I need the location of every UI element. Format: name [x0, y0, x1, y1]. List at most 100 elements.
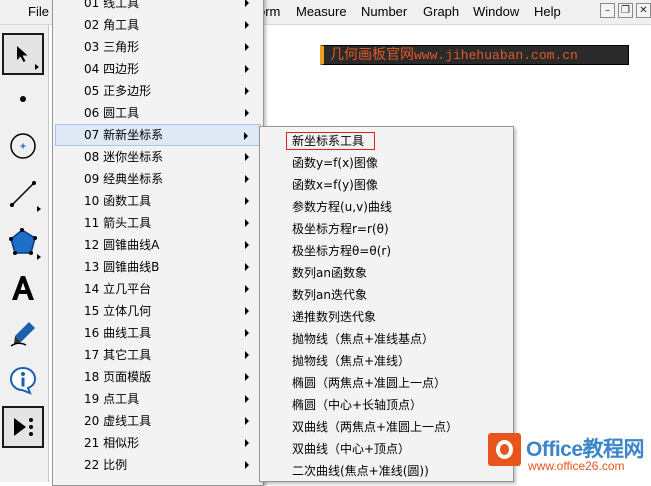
menu-item-5[interactable]: 05 正多边形	[55, 80, 261, 102]
menu-item-6[interactable]: 06 圆工具	[55, 102, 261, 124]
information-tool[interactable]	[2, 359, 44, 401]
submenu-item-13[interactable]: 椭圆（中心+长轴顶点）	[262, 394, 511, 416]
submenu-arrow-icon	[245, 153, 249, 161]
office-logo: Office教程网 www.office26.com	[488, 431, 648, 477]
submenu-item-7[interactable]: 数列an函数象	[262, 262, 511, 284]
menu-item-3[interactable]: 03 三角形	[55, 36, 261, 58]
submenu-item-16[interactable]: 二次曲线(焦点+准线(圆))	[262, 460, 511, 482]
menu-item-label: 01 线工具	[84, 0, 140, 10]
submenu-item-2[interactable]: 函数y=f(x)图像	[262, 152, 511, 174]
menu-item-15[interactable]: 15 立体几何	[55, 300, 261, 322]
menu-item-22[interactable]: 22 比例	[55, 454, 261, 476]
polygon-tool[interactable]	[2, 221, 44, 263]
submenu-item-5[interactable]: 极坐标方程r=r(θ)	[262, 218, 511, 240]
text-tool[interactable]	[2, 267, 44, 309]
menu-item-13[interactable]: 13 圆锥曲线B	[55, 256, 261, 278]
marker-tool[interactable]	[2, 313, 44, 355]
menu-item-label: 05 正多边形	[84, 84, 152, 98]
submenu-item-11[interactable]: 抛物线（焦点+准线）	[262, 350, 511, 372]
menu-item-2[interactable]: 02 角工具	[55, 14, 261, 36]
submenu-arrow-icon	[245, 43, 249, 51]
menu-item-12[interactable]: 12 圆锥曲线A	[55, 234, 261, 256]
menu-item-21[interactable]: 21 相似形	[55, 432, 261, 454]
submenu-item-label: 数列an迭代象	[292, 288, 367, 302]
point-tool[interactable]	[2, 78, 44, 120]
polygon-tool-icon	[9, 228, 37, 255]
submenu-arrow-icon	[244, 132, 248, 140]
information-tool-icon	[9, 366, 37, 395]
menu-item-18[interactable]: 18 页面模版	[55, 366, 261, 388]
submenu-item-label: 参数方程(u,v)曲线	[292, 200, 392, 214]
menu-item-1[interactable]: 01 线工具	[55, 0, 261, 14]
menu-item-17[interactable]: 17 其它工具	[55, 344, 261, 366]
submenu-arrow-icon	[245, 65, 249, 73]
menu-item-label: 03 三角形	[84, 40, 140, 54]
minimize-button[interactable]: –	[600, 3, 615, 18]
menu-number[interactable]: Number	[361, 4, 407, 19]
submenu-arrow-icon	[245, 285, 249, 293]
watermark-cn: 几何画板官网	[330, 47, 414, 63]
submenu-item-15[interactable]: 双曲线（中心+顶点）	[262, 438, 511, 460]
menu-help[interactable]: Help	[534, 4, 561, 19]
menu-item-label: 22 比例	[84, 458, 128, 472]
submenu-item-14[interactable]: 双曲线（两焦点+准圆上一点）	[262, 416, 511, 438]
submenu-item-label: 极坐标方程θ=θ(r)	[292, 244, 392, 258]
menu-item-19[interactable]: 19 点工具	[55, 388, 261, 410]
menu-item-14[interactable]: 14 立几平台	[55, 278, 261, 300]
submenu-item-4[interactable]: 参数方程(u,v)曲线	[262, 196, 511, 218]
submenu-item-6[interactable]: 极坐标方程θ=θ(r)	[262, 240, 511, 262]
submenu-arrow-icon	[245, 21, 249, 29]
menu-item-label: 11 箭头工具	[84, 216, 152, 230]
submenu-item-10[interactable]: 抛物线（焦点+准线基点）	[262, 328, 511, 350]
selection-arrow-tool[interactable]	[2, 33, 44, 75]
menu-item-10[interactable]: 10 函数工具	[55, 190, 261, 212]
menu-item-9[interactable]: 09 经典坐标系	[55, 168, 261, 190]
submenu-item-label: 抛物线（焦点+准线基点）	[292, 332, 435, 346]
menu-file[interactable]: File	[28, 4, 49, 19]
menu-item-4[interactable]: 04 四边形	[55, 58, 261, 80]
menu-item-label: 15 立体几何	[84, 304, 152, 318]
menu-item-label: 18 页面模版	[84, 370, 152, 384]
menu-item-label: 10 函数工具	[84, 194, 152, 208]
straightedge-tool-icon	[10, 181, 36, 207]
tool-menu-triangle-icon	[37, 254, 41, 260]
submenu-arrow-icon	[245, 0, 249, 7]
menu-measure[interactable]: Measure	[296, 4, 347, 19]
coordinate-submenu: 新坐标系工具 函数y=f(x)图像 函数x=f(y)图像 参数方程(u,v)曲线 极坐标…	[259, 126, 514, 482]
submenu-item-1[interactable]: 新坐标系工具	[262, 130, 511, 152]
selection-arrow-tool-icon	[17, 46, 28, 62]
custom-tools[interactable]	[2, 406, 44, 448]
compass-tool[interactable]	[2, 125, 44, 167]
submenu-item-12[interactable]: 椭圆（两焦点+准圆上一点）	[262, 372, 511, 394]
close-button[interactable]: ✕	[636, 3, 651, 18]
restore-button[interactable]: ❐	[618, 3, 633, 18]
menu-item-label: 08 迷你坐标系	[84, 150, 164, 164]
submenu-item-3[interactable]: 函数x=f(y)图像	[262, 174, 511, 196]
submenu-arrow-icon	[245, 241, 249, 249]
submenu-item-8[interactable]: 数列an迭代象	[262, 284, 511, 306]
menu-window[interactable]: Window	[473, 4, 519, 19]
submenu-arrow-icon	[245, 373, 249, 381]
submenu-arrow-icon	[245, 417, 249, 425]
menu-item-label: 06 圆工具	[84, 106, 140, 120]
menu-item-label: 14 立几平台	[84, 282, 152, 296]
submenu-arrow-icon	[245, 175, 249, 183]
submenu-arrow-icon	[245, 439, 249, 447]
submenu-item-9[interactable]: 递推数列迭代象	[262, 306, 511, 328]
menu-item-label: 09 经典坐标系	[84, 172, 164, 186]
menu-item-label: 04 四边形	[84, 62, 140, 76]
straightedge-tool[interactable]	[2, 173, 44, 215]
watermark-banner: 几何画板官网www.jihehuaban.com.cn	[320, 45, 629, 65]
menu-item-8[interactable]: 08 迷你坐标系	[55, 146, 261, 168]
submenu-item-label: 双曲线（两焦点+准圆上一点）	[292, 420, 459, 434]
submenu-item-label: 抛物线（焦点+准线）	[292, 354, 411, 368]
menu-graph[interactable]: Graph	[423, 4, 459, 19]
menu-item-20[interactable]: 20 虚线工具	[55, 410, 261, 432]
submenu-arrow-icon	[245, 109, 249, 117]
menu-item-label: 21 相似形	[84, 436, 140, 450]
menu-item-7[interactable]: 07 新新坐标系	[55, 124, 261, 146]
submenu-item-label: 椭圆（中心+长轴顶点）	[292, 398, 423, 412]
menu-item-16[interactable]: 16 曲线工具	[55, 322, 261, 344]
menu-item-11[interactable]: 11 箭头工具	[55, 212, 261, 234]
custom-tools-menu: 01 线工具 02 角工具 03 三角形 04 四边形 05 正多边形 06 圆工具 07 …	[52, 0, 264, 486]
